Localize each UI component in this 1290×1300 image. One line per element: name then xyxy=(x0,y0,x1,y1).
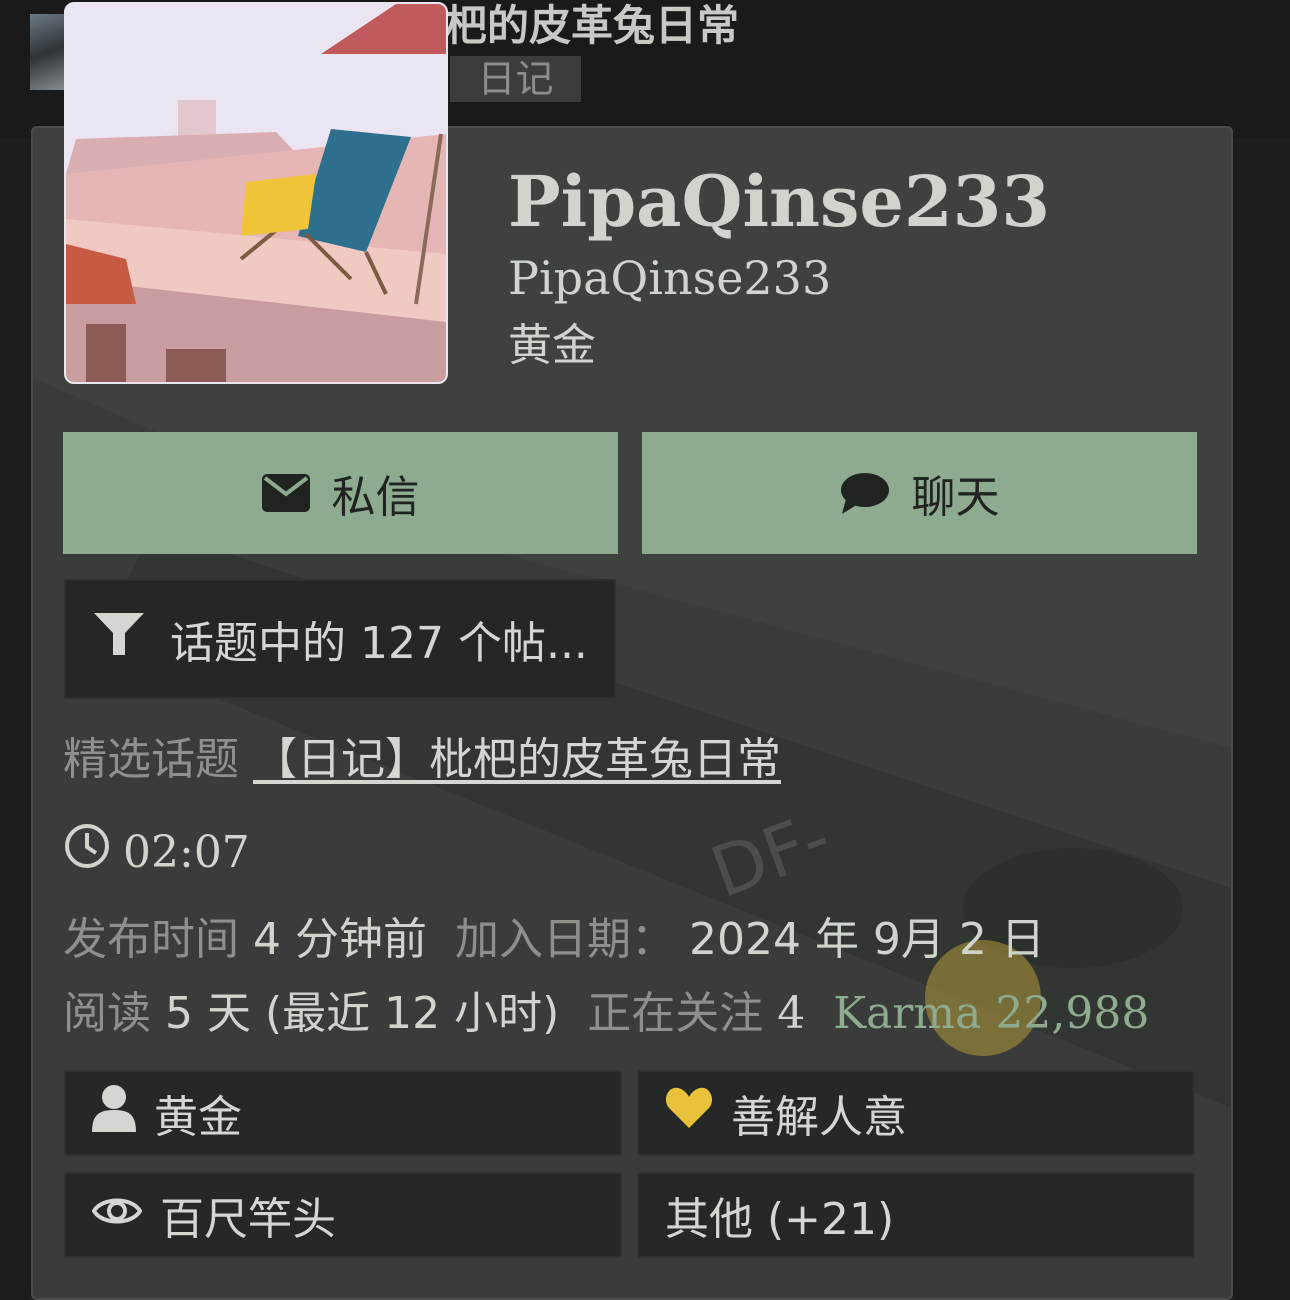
local-time: 02:07 xyxy=(123,827,250,878)
avatar[interactable] xyxy=(64,2,448,384)
read-label: 阅读 xyxy=(63,988,151,1039)
featured-topic-row: 精选话题 【日记】枇杷的皮革兔日常 xyxy=(63,732,781,788)
user-icon xyxy=(92,1084,136,1143)
eye-icon xyxy=(91,1190,143,1241)
display-name[interactable]: PipaQinse233 xyxy=(508,160,1050,244)
badge-gold[interactable]: 黄金 xyxy=(64,1070,622,1156)
badge-more[interactable]: 其他 (+21) xyxy=(637,1172,1195,1258)
badge-empathetic[interactable]: 善解人意 xyxy=(637,1070,1195,1156)
chat-bubble-icon xyxy=(840,471,890,515)
posted-label: 发布时间 xyxy=(63,914,239,965)
envelope-icon xyxy=(261,474,310,512)
topic-tag[interactable]: 日记 xyxy=(450,56,581,102)
topic-title[interactable]: 杷的皮革兔日常 xyxy=(445,0,739,56)
chat-button-label: 聊天 xyxy=(911,472,1000,523)
filter-posts-label: 话题中的 127 个帖... xyxy=(170,618,588,669)
filter-posts-button[interactable]: 话题中的 127 个帖... xyxy=(64,579,616,699)
user-title: 黄金 xyxy=(508,320,596,371)
filter-icon xyxy=(94,611,144,668)
following-label: 正在关注 xyxy=(587,988,764,1039)
karma-value: 22,988 xyxy=(995,988,1150,1039)
username: PipaQinse233 xyxy=(508,251,832,305)
karma-label: Karma xyxy=(833,988,982,1039)
read-following-karma-row: 阅读 5 天 (最近 12 小时) 正在关注 4 Karma 22,988 xyxy=(63,986,1149,1042)
badge-label: 其他 (+21) xyxy=(665,1194,895,1245)
featured-topic-label: 精选话题 xyxy=(63,734,239,785)
posted-joined-row: 发布时间 4 分钟前 加入日期： 2024 年 9月 2 日 xyxy=(63,912,1045,968)
read-value: 5 天 (最近 12 小时) xyxy=(165,988,560,1039)
heart-icon xyxy=(665,1086,713,1141)
badge-hundred-foot-pole[interactable]: 百尺竿头 xyxy=(64,1172,622,1258)
clock-icon xyxy=(63,822,111,884)
badge-label: 黄金 xyxy=(154,1092,242,1143)
featured-topic-link[interactable]: 【日记】枇杷的皮革兔日常 xyxy=(253,734,781,785)
badge-label: 善解人意 xyxy=(731,1092,907,1143)
joined-value: 2024 年 9月 2 日 xyxy=(688,914,1045,965)
badge-label: 百尺竿头 xyxy=(160,1194,336,1245)
message-button[interactable]: 私信 xyxy=(63,432,618,554)
message-button-label: 私信 xyxy=(331,472,420,523)
following-value: 4 xyxy=(777,988,806,1039)
joined-label: 加入日期： xyxy=(454,914,675,965)
local-time-row: 02:07 xyxy=(63,822,250,884)
posted-value: 4 分钟前 xyxy=(253,914,427,965)
chat-button[interactable]: 聊天 xyxy=(642,432,1197,554)
